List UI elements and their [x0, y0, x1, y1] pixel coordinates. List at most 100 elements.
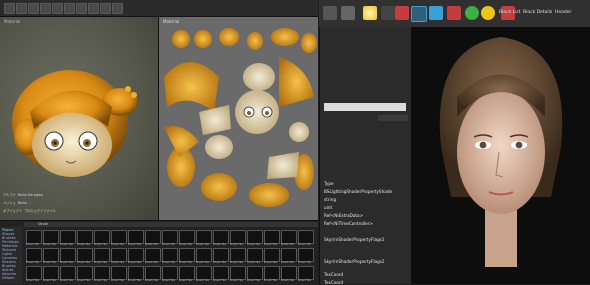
brush-tile[interactable] — [43, 266, 59, 280]
brush-tile[interactable] — [298, 248, 314, 262]
brush-tile[interactable] — [230, 230, 246, 244]
brush-tile[interactable] — [179, 230, 195, 244]
brush-tile[interactable] — [60, 248, 76, 262]
render-icon[interactable] — [88, 3, 99, 14]
tool-icon[interactable] — [52, 3, 63, 14]
brush-tile[interactable] — [94, 266, 110, 280]
brush-tile[interactable] — [179, 248, 195, 262]
property-row[interactable]: TexCoord — [324, 272, 406, 277]
brush-tile[interactable] — [26, 266, 42, 280]
brush-tile[interactable] — [230, 266, 246, 280]
property-row[interactable]: Type — [324, 181, 406, 186]
main-menubar — [0, 0, 318, 17]
menu-icon[interactable] — [4, 3, 15, 14]
brush-tile[interactable] — [247, 230, 263, 244]
brush-tile[interactable] — [60, 266, 76, 280]
property-row[interactable]: SkyrimShaderPropertyFlags1 — [324, 237, 406, 242]
scroll-field[interactable] — [378, 115, 408, 121]
header-button[interactable]: Header — [555, 10, 571, 15]
brush-tile[interactable] — [94, 248, 110, 262]
ball-icon[interactable] — [465, 6, 479, 20]
brush-tile[interactable] — [213, 266, 229, 280]
brush-tile-label: Brush Tile — [128, 261, 141, 264]
brush-tile[interactable] — [111, 266, 127, 280]
brush-icon[interactable] — [64, 3, 75, 14]
brush-tile[interactable] — [128, 266, 144, 280]
brush-tile[interactable] — [145, 266, 161, 280]
brush-tile-label: Brush Tile — [230, 279, 243, 282]
brush-tile[interactable] — [196, 266, 212, 280]
property-row[interactable]: Ref<NiExtraData> — [324, 213, 406, 218]
property-row[interactable]: BSLightingShaderPropertyShade — [324, 189, 406, 194]
brush-tile[interactable] — [230, 248, 246, 262]
camera-icon[interactable] — [323, 6, 337, 20]
material-icon[interactable] — [100, 3, 111, 14]
brush-tile[interactable] — [264, 266, 280, 280]
selected-row[interactable] — [324, 103, 406, 111]
property-row[interactable]: uint — [324, 205, 406, 210]
cube-icon[interactable] — [429, 6, 443, 20]
property-row[interactable]: SkyrimShaderPropertyFlags2 — [324, 259, 406, 264]
property-row[interactable]: TexCoord — [324, 280, 406, 285]
block-details-button[interactable]: Block Details — [523, 10, 552, 15]
brush-tile[interactable] — [128, 248, 144, 262]
brush-tile[interactable] — [43, 230, 59, 244]
property-row[interactable]: Ref<NiTimeController> — [324, 221, 406, 226]
brush-tile-label: Brush Tile — [281, 261, 294, 264]
brush-tile[interactable] — [145, 230, 161, 244]
layer-icon[interactable] — [76, 3, 87, 14]
property-row[interactable]: string — [324, 197, 406, 202]
viewport-3d-right[interactable] — [411, 27, 590, 284]
grid-icon[interactable] — [411, 6, 427, 22]
brush-tile-label: Brush Tile — [26, 261, 39, 264]
brush-tile[interactable] — [281, 266, 297, 280]
block-list-button[interactable]: Block List — [499, 10, 520, 15]
brush-tile[interactable] — [264, 230, 280, 244]
brush-tile[interactable] — [77, 248, 93, 262]
view-icon[interactable] — [40, 3, 51, 14]
brush-tile-label: Brush Tile — [77, 243, 90, 246]
brush-tile-label: Brush Tile — [230, 243, 243, 246]
category-item[interactable]: Deform — [2, 276, 15, 280]
brush-tile[interactable] — [77, 230, 93, 244]
brush-tile[interactable] — [162, 248, 178, 262]
brush-tile[interactable] — [298, 266, 314, 280]
brush-tile-label: Brush Tile — [94, 261, 107, 264]
star-icon[interactable] — [381, 6, 395, 20]
brush-tile[interactable] — [281, 230, 297, 244]
file-icon[interactable] — [16, 3, 27, 14]
brush-tile[interactable] — [196, 248, 212, 262]
brush-tile[interactable] — [264, 248, 280, 262]
brush-tile[interactable] — [162, 266, 178, 280]
brush-tile[interactable] — [60, 230, 76, 244]
brush-tile[interactable] — [145, 248, 161, 262]
brush-tile[interactable] — [162, 230, 178, 244]
pen-icon[interactable] — [395, 6, 409, 20]
light-bulb-icon[interactable] — [363, 6, 377, 20]
brush-tile[interactable] — [128, 230, 144, 244]
brush-tile[interactable] — [26, 248, 42, 262]
brush-tile[interactable] — [247, 266, 263, 280]
tab-stroke[interactable]: Stroke — [38, 222, 48, 226]
brush-tile-label: Brush Tile — [145, 261, 158, 264]
brush-tile[interactable] — [298, 230, 314, 244]
eye-icon[interactable] — [341, 6, 355, 20]
edit-icon[interactable] — [28, 3, 39, 14]
brush-tile[interactable] — [77, 266, 93, 280]
brush-tile[interactable] — [111, 248, 127, 262]
brush-tile[interactable] — [43, 248, 59, 262]
brush-tile-label: Brush Tile — [26, 279, 39, 282]
sun-icon[interactable] — [481, 6, 495, 20]
settings-icon[interactable] — [112, 3, 123, 14]
brush-tile[interactable] — [94, 230, 110, 244]
brush-tile[interactable] — [179, 266, 195, 280]
brush-tile[interactable] — [281, 248, 297, 262]
brush-tile[interactable] — [111, 230, 127, 244]
brush-tile[interactable] — [247, 248, 263, 262]
gem-icon[interactable] — [447, 6, 461, 20]
brush-tile[interactable] — [213, 248, 229, 262]
viewport-uv[interactable]: Material — [159, 17, 318, 220]
brush-tile[interactable] — [196, 230, 212, 244]
brush-tile[interactable] — [26, 230, 42, 244]
brush-tile[interactable] — [213, 230, 229, 244]
